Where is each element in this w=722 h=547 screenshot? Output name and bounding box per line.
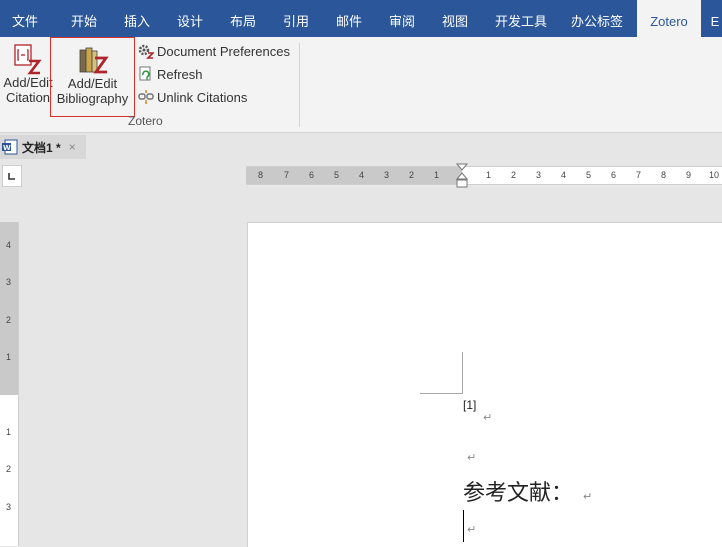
- tab-home[interactable]: 开始: [58, 0, 110, 37]
- ruler-number: 6: [309, 170, 315, 180]
- paragraph-mark-glyph: ↵: [467, 524, 477, 536]
- unlink-citations-label: Unlink Citations: [157, 89, 248, 105]
- zotero-group-label: Zotero: [128, 114, 163, 128]
- ruler-number: 4: [6, 240, 12, 250]
- refresh-icon: [139, 66, 151, 81]
- ruler-number: 2: [6, 315, 12, 325]
- document-tab[interactable]: W 文档1 * ×: [0, 135, 86, 159]
- tab-references[interactable]: 引用: [270, 0, 322, 37]
- tab-zotero[interactable]: Zotero: [637, 0, 701, 37]
- add-edit-bibliography-label-2: Bibliography: [56, 91, 129, 106]
- ruler-number: 1: [6, 352, 12, 362]
- ruler-number: 9: [686, 170, 692, 180]
- paragraph-mark-glyph: ↵: [467, 452, 477, 464]
- tab-office-tabs[interactable]: 办公标签: [560, 0, 634, 37]
- bibliography-entry-paragraph[interactable]: ↵: [457, 520, 476, 538]
- document-preferences-button[interactable]: Document Preferences: [138, 41, 290, 61]
- margin-crop-mark: [420, 393, 463, 394]
- tab-developer[interactable]: 开发工具: [484, 0, 558, 37]
- ruler-number: 3: [6, 277, 12, 287]
- empty-paragraph[interactable]: ↵: [457, 448, 476, 466]
- tab-insert[interactable]: 插入: [112, 0, 162, 37]
- ruler-number: 3: [536, 170, 542, 180]
- ruler-number: 8: [661, 170, 667, 180]
- ruler-number: 10: [709, 170, 720, 180]
- ruler-left-margin: [246, 167, 462, 184]
- add-edit-citation-button[interactable]: Add/Edit Citation: [0, 43, 56, 105]
- document-tab-name: 文档1 *: [22, 140, 61, 155]
- ruler-number: 8: [258, 170, 264, 180]
- text-cursor: [463, 510, 464, 542]
- ruler-number: 1: [434, 170, 440, 180]
- paragraph-mark-glyph: ↵: [583, 491, 593, 503]
- ruler-number: 3: [6, 502, 12, 512]
- refresh-button[interactable]: Refresh: [138, 64, 203, 84]
- paragraph-mark: ↵: [473, 408, 492, 426]
- bibliography-heading-text: 参考文献：: [463, 480, 574, 505]
- refresh-label: Refresh: [157, 66, 203, 82]
- tab-overflow[interactable]: E: [708, 0, 722, 37]
- ruler-number: 7: [636, 170, 642, 180]
- ruler-number: 2: [511, 170, 517, 180]
- unlink-citations-button[interactable]: Unlink Citations: [138, 87, 247, 107]
- add-edit-bibliography-label-1: Add/Edit: [67, 76, 118, 91]
- horizontal-ruler[interactable]: 8 7 6 5 4 3 2 1 1 2 3 4 5 6 7 8 9 10: [246, 163, 722, 188]
- ruler-number: 5: [586, 170, 592, 180]
- tab-review[interactable]: 审阅: [376, 0, 428, 37]
- ruler-number: 5: [334, 170, 340, 180]
- indent-marker-icon[interactable]: [456, 163, 468, 189]
- close-icon[interactable]: ×: [69, 140, 76, 154]
- paragraph-mark-glyph: ↵: [483, 412, 493, 424]
- tab-design[interactable]: 设计: [164, 0, 216, 37]
- document-preferences-label: Document Preferences: [157, 43, 290, 59]
- bibliography-heading[interactable]: 参考文献： ↵: [463, 475, 592, 507]
- ruler-number: 7: [284, 170, 290, 180]
- ruler-number: 1: [486, 170, 492, 180]
- left-tab-icon: [8, 173, 15, 180]
- ribbon-zotero-panel: Add/Edit Citation Add/Edit Bibliography …: [0, 37, 722, 133]
- ruler-number: 1: [6, 427, 12, 437]
- ruler-number: 4: [561, 170, 567, 180]
- tab-layout[interactable]: 布局: [218, 0, 268, 37]
- ruler-number: 4: [359, 170, 365, 180]
- zotero-bibliography-icon: [79, 47, 109, 74]
- vertical-ruler[interactable]: 4 3 2 1 1 2 3: [0, 222, 19, 546]
- zotero-citation-icon: [14, 44, 42, 75]
- ribbon-tab-bar: 文件 开始 插入 设计 布局 引用 邮件 审阅 视图 开发工具 办公标签 Zot…: [0, 0, 722, 37]
- document-tab-strip: W 文档1 * ×: [0, 133, 722, 161]
- ruler-number: 6: [611, 170, 617, 180]
- add-edit-bibliography-button[interactable]: Add/Edit Bibliography: [50, 37, 135, 117]
- tab-mailings[interactable]: 邮件: [324, 0, 374, 37]
- tab-stop-selector[interactable]: [2, 165, 22, 187]
- margin-crop-mark: [462, 352, 463, 394]
- gear-icon: [138, 44, 154, 59]
- unlink-icon: [138, 90, 154, 104]
- tab-view[interactable]: 视图: [430, 0, 480, 37]
- word-doc-icon: W: [2, 139, 18, 155]
- add-edit-citation-label-1: Add/Edit: [3, 75, 53, 90]
- ruler-number: 2: [409, 170, 415, 180]
- tab-file[interactable]: 文件: [0, 0, 50, 37]
- svg-text:W: W: [3, 144, 11, 152]
- ruler-number: 2: [6, 464, 12, 474]
- ruler-number: 3: [384, 170, 390, 180]
- group-separator: [299, 43, 300, 127]
- add-edit-citation-label-2: Citation: [5, 90, 51, 105]
